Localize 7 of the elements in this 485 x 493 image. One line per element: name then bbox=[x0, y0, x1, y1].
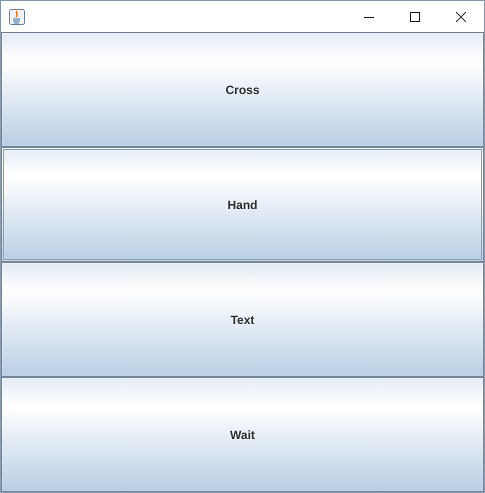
maximize-icon bbox=[410, 12, 420, 22]
close-icon bbox=[456, 12, 466, 22]
app-icon bbox=[9, 8, 25, 24]
cursor-button[interactable]: Hand bbox=[1, 147, 484, 262]
cursor-button[interactable]: Cross bbox=[1, 32, 484, 147]
cursor-button[interactable]: Text bbox=[1, 262, 484, 377]
cursor-button[interactable]: Wait bbox=[1, 377, 484, 492]
